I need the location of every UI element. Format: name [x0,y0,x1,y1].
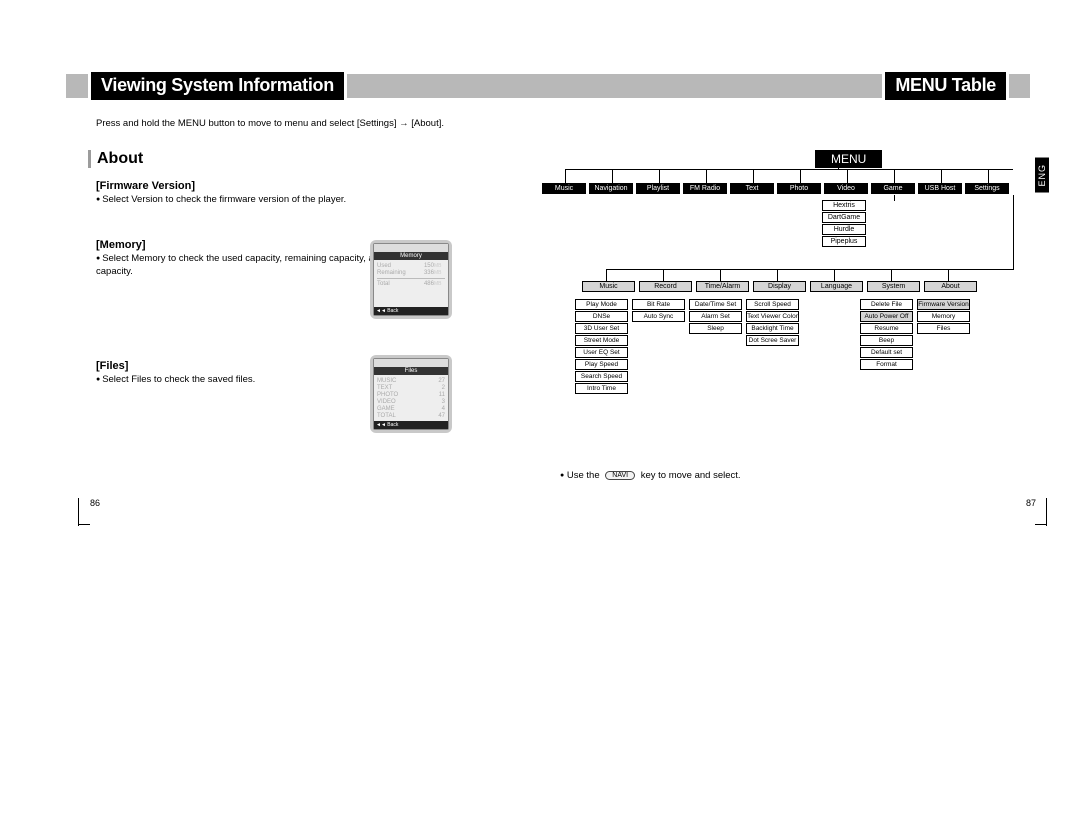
submenu-item: Resume [860,323,913,334]
top-menu-item: Music [542,183,586,194]
game-item: Pipeplus [822,236,866,247]
submenu-item: Play Speed [575,359,628,370]
page-title-right: MENU Table [882,72,1009,100]
files-ss-title: Files [374,367,448,375]
crop-mark-icon [78,498,79,526]
menu-badge: MENU [815,150,882,168]
game-submenu: HextrisDartGameHurdlePipeplus [822,200,866,247]
submenu-col-about: Firmware VersionMemoryFiles [917,299,970,334]
submenu-col-display: Scroll SpeedText Viewer ColorBacklight T… [746,299,799,346]
files-screenshot: Files MUSIC27 TEXT2 PHOTO11 VIDEO3 GAME4… [370,355,452,433]
submenu-item: Memory [917,311,970,322]
submenu-item: Scroll Speed [746,299,799,310]
submenu-item: Alarm Set [689,311,742,322]
settings-header: Language [810,281,863,292]
submenu-col-music: Play ModeDNSe3D User SetStreet ModeUser … [575,299,628,394]
settings-header: Music [582,281,635,292]
top-menu-item: FM Radio [683,183,727,194]
settings-header: About [924,281,977,292]
firmware-text: Select Version to check the firmware ver… [96,194,438,207]
memory-ss-title: Memory [374,252,448,260]
submenu-item: Street Mode [575,335,628,346]
submenu-item: Format [860,359,913,370]
top-menu-item: Text [730,183,774,194]
page-number-left: 86 [90,498,100,508]
game-item: Hextris [822,200,866,211]
firmware-heading: [Firmware Version] [96,180,438,192]
submenu-item: Text Viewer Color [746,311,799,322]
submenu-item: Auto Power Off [860,311,913,322]
navi-key-icon: NAVI [605,471,635,480]
page-title-left: Viewing System Information [88,72,347,100]
submenu-item: Files [917,323,970,334]
submenu-item: Sleep [689,323,742,334]
back-label: ◄◄ Back [374,307,448,315]
settings-header: Display [753,281,806,292]
submenu-item: Dot Scree Saver [746,335,799,346]
top-menu-item: Game [871,183,915,194]
instruction-text: Press and hold the MENU button to move t… [96,118,444,129]
crop-mark-icon [1046,498,1047,526]
back-label: ◄◄ Back [374,421,448,429]
memory-screenshot: Memory Used150MB Remaining336MB Total486… [370,240,452,319]
submenu-item: 3D User Set [575,323,628,334]
submenu-item: Default set [860,347,913,358]
settings-row: Music Record Time/Alarm Display Language Syst… [582,281,977,292]
page-number-right: 87 [1026,498,1036,508]
submenu-col-system: Delete FileAuto Power OffResumeBeepDefau… [860,299,913,370]
language-tab: ENG [1035,158,1049,193]
game-item: Hurdle [822,224,866,235]
titles-row: Viewing System Information MENU Table [66,74,1030,98]
top-menu-item: Video [824,183,868,194]
submenu-item: Intro Time [575,383,628,394]
top-menu-item: Playlist [636,183,680,194]
submenu-item: Beep [860,335,913,346]
submenu-col-record: Bit RateAuto Sync [632,299,685,322]
menu-tree: MusicNavigationPlaylistFM RadioTextPhoto… [542,183,1032,194]
game-item: DartGame [822,212,866,223]
submenu-item: User EQ Set [575,347,628,358]
submenu-item: Search Speed [575,371,628,382]
submenu-item: Date/Time Set [689,299,742,310]
memory-table: Used150MB Remaining336MB Total486MB [377,262,445,287]
top-menu-item: Settings [965,183,1009,194]
submenu-col-time: Date/Time SetAlarm SetSleep [689,299,742,334]
submenu-item: Auto Sync [632,311,685,322]
settings-header: System [867,281,920,292]
settings-submenus: Play ModeDNSe3D User SetStreet ModeUser … [575,299,970,394]
submenu-item: Firmware Version [917,299,970,310]
top-menu-row: MusicNavigationPlaylistFM RadioTextPhoto… [542,183,1032,194]
submenu-item: DNSe [575,311,628,322]
submenu-item: Play Mode [575,299,628,310]
top-menu-item: USB Host [918,183,962,194]
files-table: MUSIC27 TEXT2 PHOTO11 VIDEO3 GAME4 TOTAL… [377,377,445,419]
submenu-item: Bit Rate [632,299,685,310]
settings-header: Time/Alarm [696,281,749,292]
submenu-item: Backlight Time [746,323,799,334]
settings-header: Record [639,281,692,292]
top-menu-item: Photo [777,183,821,194]
navi-instruction: ● Use the NAVI key to move and select. [560,470,741,481]
about-heading: About [88,150,438,168]
submenu-item: Delete File [860,299,913,310]
top-menu-item: Navigation [589,183,633,194]
